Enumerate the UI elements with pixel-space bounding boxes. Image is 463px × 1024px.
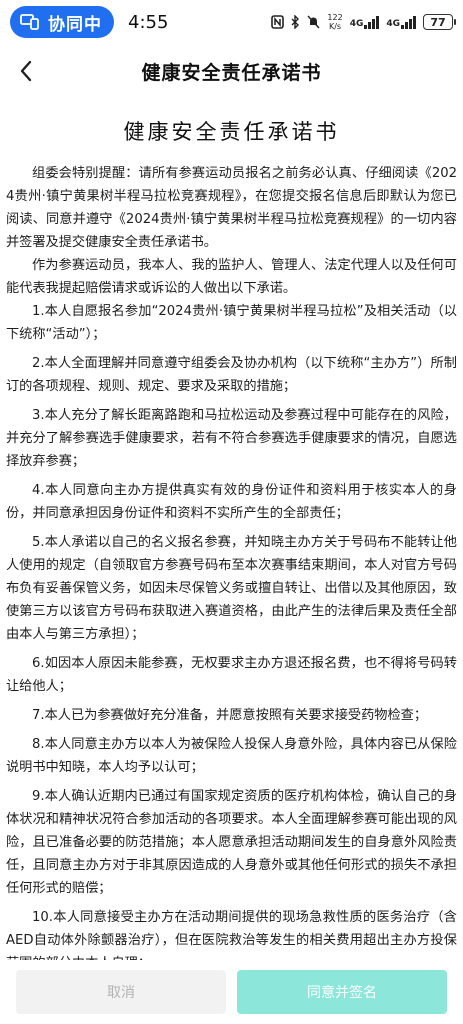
page-title: 健康安全责任承诺书 (141, 61, 322, 84)
document-header: 健康安全责任承诺书 (0, 100, 463, 162)
clock: 4:55 (128, 11, 169, 33)
nav-bar: 健康安全责任承诺书 (0, 48, 463, 94)
paragraph-clause-8: 8.本人同意主办方以本人为被保险人投保人身意外险，具体内容已从保险说明书中知晓，… (6, 737, 457, 775)
signal-2: 4G (386, 15, 416, 29)
signal-bars-icon (401, 15, 416, 29)
paragraph-clause-4: 4.本人同意向主办方提供真实有效的身份证件和资料用于核实本人的身份，并同意承担因… (6, 483, 457, 521)
cancel-button[interactable]: 取消 (16, 970, 226, 1014)
signal-bars-icon (364, 15, 380, 29)
signal-1: 4G (350, 15, 380, 29)
document-body: 组委会特别提醒：请所有参赛运动员报名之前务必认真、仔细阅读《2024贵州·镇宁黄… (0, 162, 463, 960)
network-speed: 122 K/s (327, 13, 342, 31)
collaboration-pill[interactable]: 协同中 (10, 6, 114, 38)
paragraph-clause-3: 3.本人充分了解长距离路跑和马拉松运动及参赛过程中可能存在的风险，并充分了解参赛… (6, 408, 457, 469)
paragraph-clause-9: 9.本人确认近期内已通过有国家规定资质的医疗机构体检，确认自己的身体状况和精神状… (6, 789, 457, 896)
paragraph-clause-2: 2.本人全面理解并同意遵守组委会及协办机构（以下统称“主办方”）所制订的各项规程… (6, 356, 457, 394)
back-button[interactable] (12, 56, 40, 86)
bluetooth-icon (291, 15, 300, 29)
battery-icon: 77 (423, 14, 456, 30)
status-bar: 协同中 4:55 122 K/s 4G 4G 77 (0, 0, 463, 44)
mute-icon (307, 15, 320, 29)
network-type-2: 4G (386, 19, 400, 29)
paragraph-intro: 作为参赛运动员，我本人、我的监护人、管理人、法定代理人以及任何可能代表我提起赔偿… (6, 258, 457, 296)
screen-cast-icon (20, 14, 39, 30)
agree-and-sign-button[interactable]: 同意并签名 (237, 970, 447, 1014)
nfc-icon (271, 15, 285, 29)
document-title: 健康安全责任承诺书 (123, 120, 340, 144)
bottom-action-bar: 取消 同意并签名 (0, 960, 463, 1024)
chevron-left-icon (20, 60, 32, 82)
agreement-document[interactable]: 健康安全责任承诺书 组委会特别提醒：请所有参赛运动员报名之前务必认真、仔细阅读《… (0, 100, 463, 960)
battery-level: 77 (430, 15, 446, 29)
paragraph-clause-1: 1.本人自愿报名参加“2024贵州·镇宁黄果树半程马拉松”及相关活动（以下统称“… (6, 304, 457, 342)
paragraph-notice: 组委会特别提醒：请所有参赛运动员报名之前务必认真、仔细阅读《2024贵州·镇宁黄… (6, 166, 457, 250)
paragraph-clause-6: 6.如因本人原因未能参赛，无权要求主办方退还报名费，也不得将号码转让给他人； (6, 656, 457, 694)
status-icons: 122 K/s 4G 4G 77 (271, 13, 456, 31)
paragraph-clause-7: 7.本人已为参赛做好充分准备，并愿意按照有关要求接受药物检查； (32, 708, 428, 723)
network-type-1: 4G (349, 19, 364, 29)
network-speed-value: 122 (327, 13, 343, 22)
paragraph-clause-5: 5.本人承诺以自己的名义报名参赛，并知晓主办方关于号码布不能转让他人使用的规定（… (6, 535, 457, 642)
paragraph-clause-10: 10.本人同意接受主办方在活动期间提供的现场急救性质的医务治疗（含AED自动体外… (6, 910, 457, 960)
collaboration-label: 协同中 (48, 14, 102, 35)
network-speed-unit: K/s (328, 22, 342, 31)
